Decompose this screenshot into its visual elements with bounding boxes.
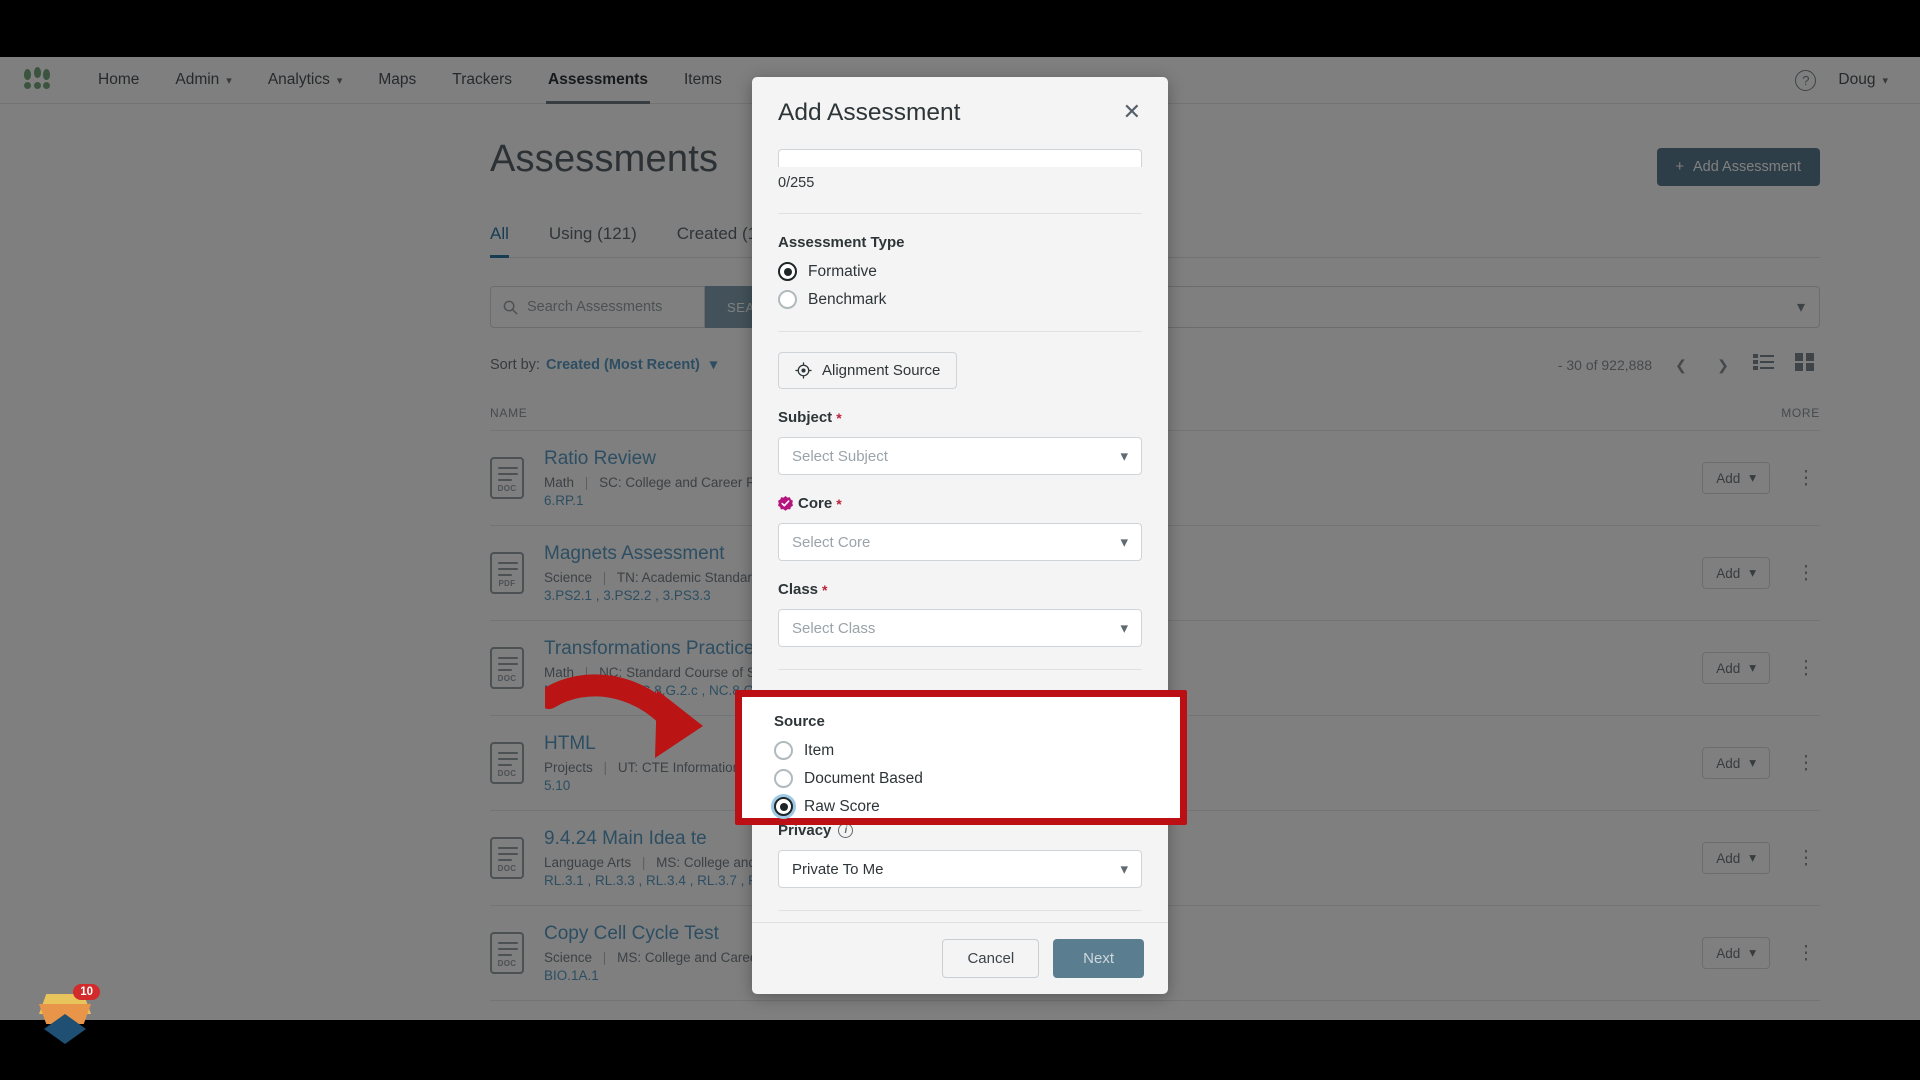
subject-block: Subject * Select Subject ▾: [778, 409, 1142, 475]
assessment-type-label: Assessment Type: [778, 234, 905, 251]
alignment-source-block: Alignment Source: [778, 352, 1142, 389]
notification-count: 10: [73, 984, 100, 1000]
radio-label: Formative: [808, 262, 877, 280]
required-asterisk: *: [836, 495, 842, 512]
red-arrow-pointer: [545, 674, 703, 758]
core-label: Core *: [778, 495, 1142, 512]
required-asterisk: *: [822, 581, 828, 598]
radio-label: Document Based: [804, 769, 923, 787]
class-label: Class *: [778, 581, 1142, 598]
class-block: Class * Select Class ▾: [778, 581, 1142, 647]
modal-header: Add Assessment ✕: [752, 77, 1168, 149]
alignment-source-button[interactable]: Alignment Source: [778, 352, 958, 389]
add-assessment-modal: Add Assessment ✕ 0/255 Assessment Type F…: [752, 77, 1168, 994]
source-highlight-callout: Source Item Document Based Raw Score: [735, 690, 1187, 825]
assessment-type-group: Assessment Type Formative Benchmark: [778, 234, 1142, 309]
modal-title: Add Assessment: [778, 99, 961, 126]
notification-fab[interactable]: 10: [36, 984, 100, 1046]
target-icon: [795, 362, 812, 379]
close-icon[interactable]: ✕: [1116, 97, 1148, 127]
radio-indicator: [774, 741, 793, 760]
radio-label: Item: [804, 741, 835, 759]
subject-label: Subject *: [778, 409, 1142, 426]
class-select[interactable]: Select Class ▾: [778, 609, 1142, 647]
radio-formative[interactable]: Formative: [778, 262, 1142, 281]
privacy-block: Privacy i Private To Me ▾: [778, 822, 1142, 888]
divider: [778, 669, 1142, 670]
radio-document-based[interactable]: Document Based: [774, 769, 1180, 788]
cancel-button[interactable]: Cancel: [942, 939, 1040, 978]
next-button[interactable]: Next: [1053, 939, 1144, 978]
source-group-content: Source Item Document Based Raw Score: [742, 697, 1180, 816]
name-field-bottom-edge[interactable]: [778, 149, 1142, 167]
screenshot-root: Home Admin ▾ Analytics ▾ Maps Trackers A…: [0, 0, 1920, 1080]
info-icon[interactable]: i: [838, 823, 854, 838]
divider: [778, 910, 1142, 911]
subject-select[interactable]: Select Subject ▾: [778, 437, 1142, 475]
chevron-down-icon: ▾: [1120, 534, 1128, 551]
radio-raw-score[interactable]: Raw Score: [774, 797, 1180, 816]
radio-item[interactable]: Item: [774, 741, 1180, 760]
core-label-text: Core: [798, 495, 833, 512]
alignment-source-label: Alignment Source: [822, 362, 941, 379]
radio-indicator: [774, 769, 793, 788]
core-placeholder: Select Core: [792, 533, 871, 551]
subject-placeholder: Select Subject: [792, 447, 888, 465]
core-select[interactable]: Select Core ▾: [778, 523, 1142, 561]
character-counter: 0/255: [778, 175, 815, 191]
radio-label: Raw Score: [804, 797, 880, 815]
modal-footer: Cancel Next: [752, 922, 1168, 994]
chevron-down-icon: ▾: [1120, 861, 1128, 878]
class-label-text: Class: [778, 581, 819, 598]
subject-label-text: Subject: [778, 409, 833, 426]
radio-indicator: [778, 290, 797, 309]
core-badge-icon: [778, 496, 793, 511]
radio-indicator: [774, 797, 793, 816]
privacy-select[interactable]: Private To Me ▾: [778, 850, 1142, 888]
radio-label: Benchmark: [808, 290, 887, 308]
radio-indicator: [778, 262, 797, 281]
divider: [778, 331, 1142, 332]
source-label: Source: [774, 713, 825, 730]
privacy-value: Private To Me: [792, 860, 884, 878]
radio-benchmark[interactable]: Benchmark: [778, 290, 1142, 309]
chevron-down-icon: ▾: [1120, 620, 1128, 637]
class-placeholder: Select Class: [792, 619, 876, 637]
required-asterisk: *: [836, 409, 842, 426]
chevron-down-icon: ▾: [1120, 448, 1128, 465]
divider: [778, 213, 1142, 214]
core-block: Core * Select Core ▾: [778, 495, 1142, 561]
